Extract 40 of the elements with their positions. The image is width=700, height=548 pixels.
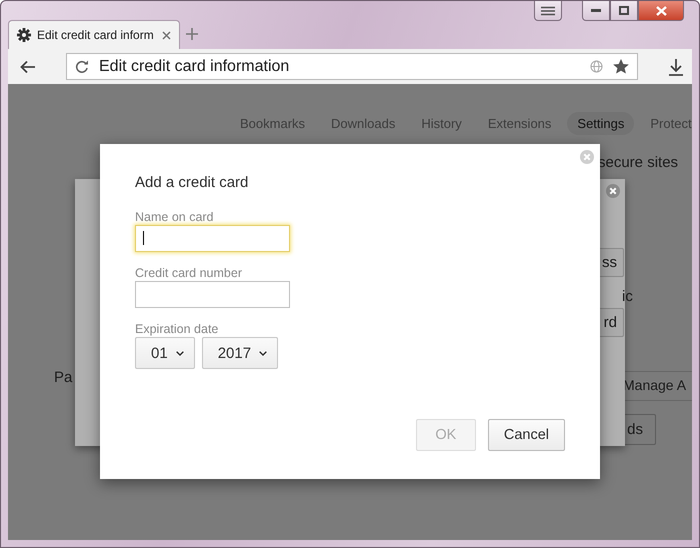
address-bar[interactable]: Edit credit card information <box>66 53 638 80</box>
field-label: Expiration date <box>135 322 220 336</box>
setting-label: Pa <box>54 369 72 386</box>
date-dropdown[interactable]: 2017 <box>202 337 278 369</box>
browser-tab[interactable]: Edit credit card inform <box>8 20 180 49</box>
caret-icon <box>176 350 184 356</box>
settings-nav-tab[interactable]: Protect <box>640 112 692 135</box>
address-text: Edit credit card information <box>99 58 290 76</box>
input-field[interactable] <box>135 225 290 252</box>
menu-icon <box>541 6 555 16</box>
input-field[interactable] <box>135 281 290 308</box>
maximize-button[interactable] <box>610 1 638 21</box>
settings-nav-tab[interactable]: History <box>411 112 472 135</box>
settings-nav-tab[interactable]: Extensions <box>478 112 562 135</box>
minimize-icon <box>591 8 601 12</box>
star-icon[interactable] <box>613 59 629 74</box>
field-label: Credit card number <box>135 266 243 280</box>
tab-close-icon[interactable] <box>162 30 171 40</box>
gear-icon <box>17 28 31 42</box>
date-dropdown[interactable]: 01 <box>135 337 195 369</box>
minimize-button[interactable] <box>582 1 610 21</box>
field-label: Name on card <box>135 210 215 224</box>
menu-button[interactable] <box>534 1 562 21</box>
tab-title: Edit credit card inform <box>37 28 155 42</box>
new-tab-icon[interactable] <box>186 28 198 40</box>
maximize-icon <box>619 6 629 15</box>
settings-nav-tab[interactable]: Downloads <box>321 112 406 135</box>
close-icon <box>656 6 666 16</box>
reload-icon[interactable] <box>75 60 89 74</box>
download-icon[interactable] <box>668 58 684 76</box>
close-button[interactable] <box>638 1 684 21</box>
settings-nav-tab[interactable]: Bookmarks <box>230 112 316 135</box>
back-icon[interactable] <box>20 60 36 74</box>
dialog-title: Add a credit card <box>135 174 250 191</box>
dialog-close-icon[interactable] <box>606 184 620 198</box>
dialog-button[interactable]: Cancel <box>488 419 565 451</box>
settings-nav-tab[interactable]: Settings <box>567 112 634 135</box>
caret-icon <box>259 350 268 356</box>
setting-text: secure sites <box>598 154 678 171</box>
globe-icon <box>590 60 603 73</box>
